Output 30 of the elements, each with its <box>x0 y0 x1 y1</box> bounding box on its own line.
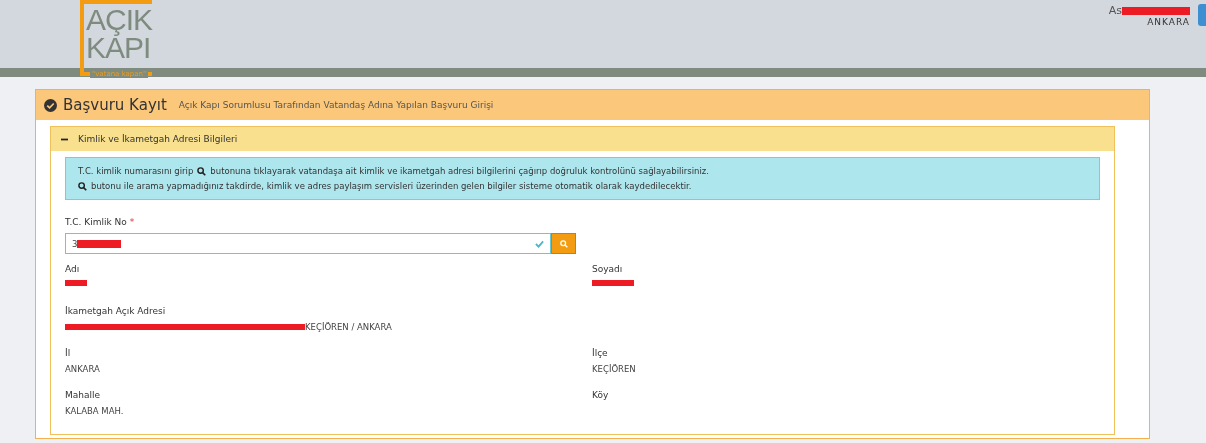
field-value: KALABA MAH. <box>65 406 124 416</box>
panel-title: Başvuru Kayıt <box>63 96 167 114</box>
user-city: ANKARA <box>1147 17 1190 27</box>
info-text: butonuna tıklayarak vatandaşa ait kimlik ve ikametgah adresi bilgilerini çağırıp doğruluk kontrolünü sağlayabilirsiniz. <box>210 166 709 176</box>
info-text: T.C. kimlik numarasını girip <box>78 166 194 176</box>
section-title: Kimlik ve İkametgah Adresi Bilgileri <box>78 134 238 144</box>
search-icon <box>197 166 207 176</box>
field-label: Adı <box>65 264 81 274</box>
search-icon <box>559 239 568 248</box>
field-label: Köy <box>592 390 610 400</box>
info-text: butonu ile arama yapmadığınız takdirde, kimlik ve adres paylaşım servisleri üzerinden gelen bilgiler sisteme otomatik olarak kaydedilecektir. <box>91 181 692 191</box>
field-value: ANKARA <box>65 364 100 374</box>
search-button[interactable] <box>551 233 576 254</box>
field-label: Mahalle <box>65 390 102 400</box>
field-value: KEÇİÖREN / ANKARA <box>305 322 392 332</box>
panel-subtitle: Açık Kapı Sorumlusu Tarafından Vatandaş Adına Yapılan Başvuru Girişi <box>178 100 494 110</box>
field-value: 3 <box>72 238 122 249</box>
input-field[interactable]: 3 <box>65 233 551 254</box>
field-label: Soyadı <box>592 264 624 274</box>
user-name: As <box>1108 4 1190 17</box>
search-icon <box>78 181 87 191</box>
field-label: İlçe <box>592 348 609 358</box>
section-header[interactable]: Kimlik ve İkametgah Adresi Bilgileri <box>51 127 1114 151</box>
logo-text: AÇIK <box>86 6 152 34</box>
required-mark: * <box>129 217 135 227</box>
field-value: KEÇİÖREN <box>592 364 636 374</box>
check-circle-icon <box>44 98 57 112</box>
field-label: T.C. Kimlik No <box>65 217 127 227</box>
field-label: İl <box>65 348 72 358</box>
field-label: İkametgah Açık Adresi <box>65 306 167 316</box>
